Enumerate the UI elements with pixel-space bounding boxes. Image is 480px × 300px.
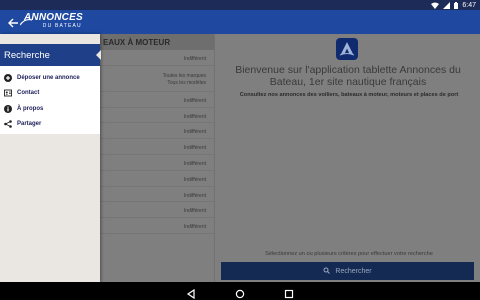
logo-swoosh-icon [20,18,32,26]
status-time: 6:47 [462,1,476,9]
list-item-line: Tous les modèles [167,79,206,86]
drawer-item-deposer-annonce[interactable]: Déposer une annonce [0,70,100,86]
list-item[interactable]: Indifférent [100,92,214,108]
drawer-item-contact[interactable]: Contact [0,86,100,102]
drawer-item-label: Déposer une annonce [17,74,80,81]
drawer-item-label: Contact [17,90,40,97]
app-bar: ANNONCES DU BATEAU [0,10,480,34]
signal-icon [443,1,451,9]
wifi-icon [431,2,440,9]
welcome-subtitle: Consultez nos annonces des voiliers, bat… [239,92,459,98]
drawer-item-label: Partager [17,121,42,128]
list-item[interactable]: Indifférent [100,187,214,203]
list-item[interactable]: Indifférent [100,218,214,234]
search-hint: Sélectionnez un ou plusieurs critères po… [265,251,433,257]
list-item[interactable]: Indifférent [100,202,214,219]
logo-main-text: ANNONCES [24,12,83,23]
list-item[interactable]: Indifférent [100,123,214,140]
list-item[interactable]: Indifférent [100,108,214,124]
nav-home-icon[interactable] [235,286,245,299]
search-button[interactable]: Rechercher [221,262,474,280]
welcome-panel: Bienvenue sur l'application tablette Ann… [215,34,480,282]
drawer-item-label: Recherche [4,49,50,61]
nav-back-icon[interactable] [186,286,196,300]
plus-circle-icon [4,73,12,82]
battery-icon [454,1,459,9]
list-item[interactable]: Indifférent [100,171,214,187]
back-arrow-icon[interactable] [7,16,19,28]
search-button-label: Rechercher [335,267,372,275]
app-logo: ANNONCES DU BATEAU [20,12,83,31]
drawer-menu: Déposer une annonce Contact À propos Par… [0,66,100,134]
list-item-line: Toutes les marques [162,72,206,79]
list-item[interactable]: Indifférent [100,50,214,66]
list-item[interactable]: Indifférent [100,139,214,155]
status-bar: 6:47 [0,0,480,10]
list-item[interactable]: Toutes les marques Tous les modèles [100,66,214,92]
drawer-item-recherche[interactable]: Recherche [0,44,101,66]
system-nav-bar [0,282,480,300]
drawer-item-partager[interactable]: Partager [0,117,100,133]
drawer-item-label: À propos [17,105,44,112]
contact-card-icon [4,89,12,97]
info-icon [4,104,12,113]
status-indicators: 6:47 [431,0,476,10]
logo-sub-text: DU BATEAU [42,23,82,29]
nav-recents-icon[interactable] [284,286,294,299]
search-icon [323,267,331,276]
navigation-drawer: Recherche Déposer une annonce Contact À … [0,34,101,282]
welcome-title: Bienvenue sur l'application tablette Ann… [235,64,461,88]
drawer-item-a-propos[interactable]: À propos [0,101,100,117]
app-icon [336,38,358,60]
criteria-list: EAUX À MOTEUR Indifférent Toutes les mar… [100,34,215,282]
share-icon [4,120,12,129]
list-item[interactable]: Indifférent [100,155,214,171]
active-pointer-icon [96,50,101,60]
list-header: EAUX À MOTEUR [100,34,214,50]
